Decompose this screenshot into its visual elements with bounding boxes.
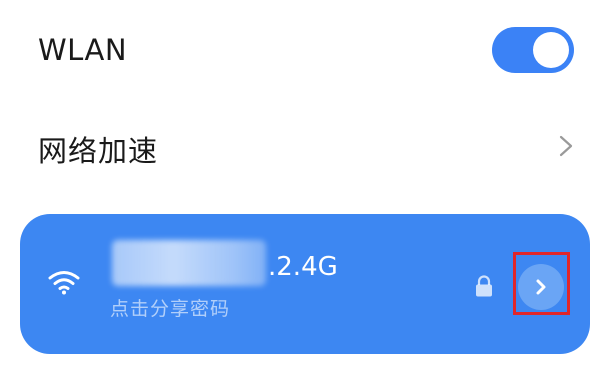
chevron-right-icon: [559, 135, 573, 157]
share-password-hint[interactable]: 点击分享密码: [110, 294, 230, 321]
highlight-annotation: [513, 252, 570, 315]
ssid-redacted: [112, 240, 266, 286]
ssid-label: .2.4G: [268, 252, 338, 282]
wifi-icon: [48, 271, 80, 295]
network-accel-label: 网络加速: [38, 134, 159, 168]
lock-icon: [476, 275, 492, 297]
wlan-toggle[interactable]: [492, 27, 574, 73]
network-accel-row[interactable]: 网络加速: [0, 110, 600, 180]
wlan-settings-page: WLAN 网络加速 .2.4G 点击分享密码: [0, 0, 600, 378]
wlan-row[interactable]: WLAN: [0, 0, 600, 100]
connected-network-card[interactable]: .2.4G 点击分享密码: [20, 214, 590, 354]
toggle-knob: [533, 32, 569, 68]
wlan-label: WLAN: [38, 33, 128, 67]
